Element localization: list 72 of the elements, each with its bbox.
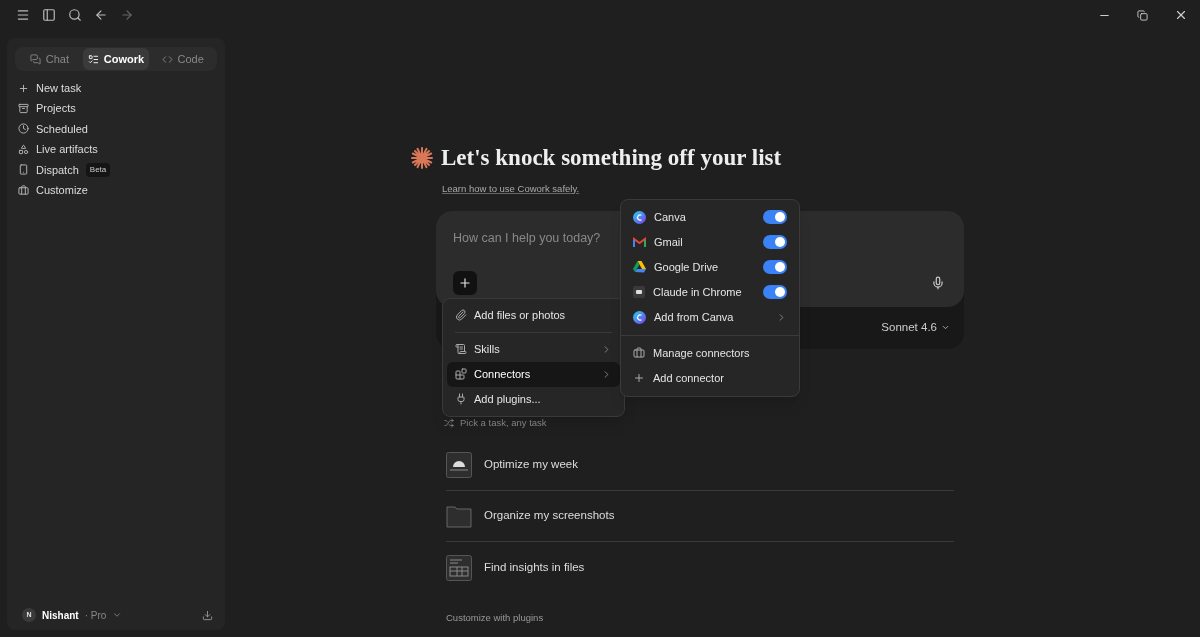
- download-icon[interactable]: [202, 609, 213, 621]
- paperclip-icon: [455, 309, 467, 322]
- starburst-icon: [411, 147, 433, 170]
- task-suggestion[interactable]: Optimize my week: [484, 456, 578, 474]
- spreadsheet-tile-icon: [446, 554, 472, 581]
- sidebar-toggle-icon[interactable]: [42, 8, 56, 22]
- search-icon[interactable]: [68, 8, 82, 22]
- phone-icon: [18, 164, 29, 176]
- chat-icon: [29, 53, 41, 65]
- plug-icon: [455, 393, 467, 406]
- nav-item[interactable]: New task: [36, 79, 82, 97]
- menu-item[interactable]: Manage connectors: [621, 340, 799, 366]
- shuffle-icon: [444, 417, 454, 428]
- blocks-icon: [455, 368, 467, 381]
- connector-label[interactable]: Add from Canva: [654, 309, 734, 326]
- menu-icon[interactable]: [16, 8, 30, 22]
- briefcase-icon: [633, 347, 645, 360]
- plus-icon: [18, 82, 29, 94]
- menu-item[interactable]: Connectors: [447, 361, 620, 387]
- chevron-down-icon[interactable]: [112, 610, 123, 620]
- safety-link[interactable]: Learn how to use Cowork safely.: [436, 181, 580, 196]
- nav-item[interactable]: Projects: [36, 100, 76, 117]
- add-button[interactable]: [453, 270, 477, 295]
- connector-label[interactable]: Gmail: [654, 234, 683, 251]
- nav-item[interactable]: Customize: [36, 181, 88, 199]
- toggle-switch[interactable]: [763, 285, 787, 300]
- mode-tab[interactable]: Chat: [16, 48, 83, 70]
- user-plan: · Pro: [84, 608, 107, 623]
- envelope-logo-icon: [633, 237, 646, 248]
- connector-label[interactable]: Canva: [654, 209, 686, 226]
- nav-item[interactable]: Live artifacts: [36, 141, 98, 158]
- tray-icon: [18, 103, 29, 115]
- scroll-icon: [455, 343, 467, 356]
- briefcase-icon: [18, 184, 29, 196]
- user-name[interactable]: Nishant: [42, 607, 79, 623]
- connector-label[interactable]: Claude in Chrome: [653, 284, 742, 301]
- menu-item[interactable]: Add files or photos: [447, 302, 620, 328]
- folder-icon: [446, 503, 472, 529]
- shapes-icon: [18, 143, 29, 155]
- nav-item[interactable]: Dispatch: [36, 161, 79, 178]
- connector-label[interactable]: Google Drive: [654, 259, 719, 276]
- task-suggestion[interactable]: Organize my screenshots: [484, 507, 615, 525]
- prompt-input[interactable]: How can I help you today?: [453, 228, 601, 248]
- checklist-icon: [87, 53, 99, 65]
- clock-icon: [18, 123, 29, 135]
- nav-item[interactable]: Scheduled: [36, 120, 88, 138]
- browser-icon: [633, 286, 645, 299]
- plus-icon: [458, 275, 472, 290]
- sunrise-tile-icon: [446, 452, 472, 478]
- toggle-switch[interactable]: [763, 235, 787, 250]
- toggle-switch[interactable]: [763, 260, 787, 275]
- model-selector[interactable]: Sonnet 4.6: [881, 319, 950, 337]
- close-icon[interactable]: [1174, 8, 1188, 22]
- toggle-switch[interactable]: [763, 210, 787, 225]
- forward-arrow-icon[interactable]: [120, 8, 134, 22]
- microphone-icon[interactable]: [931, 275, 945, 290]
- tasks-hint: Pick a task, any task: [460, 415, 547, 430]
- menu-item[interactable]: Add plugins...: [447, 386, 620, 412]
- restore-icon[interactable]: [1137, 9, 1148, 21]
- menu-item[interactable]: Add connector: [621, 365, 799, 391]
- plus-icon: [633, 372, 645, 385]
- menu-item[interactable]: Skills: [447, 336, 620, 362]
- mode-tab[interactable]: Cowork: [82, 48, 150, 70]
- mode-tab[interactable]: Code: [149, 48, 216, 70]
- gradient-circle-logo-icon: [633, 210, 646, 224]
- beta-badge: Beta: [85, 162, 111, 177]
- page-heading: Let's knock something off your list: [441, 144, 782, 172]
- gradient-circle-logo-icon: [633, 310, 646, 324]
- triangle-logo-icon: [633, 261, 646, 274]
- code-icon: [161, 53, 173, 65]
- plugins-link[interactable]: Customize with plugins: [436, 611, 544, 626]
- task-suggestion[interactable]: Find insights in files: [484, 558, 585, 577]
